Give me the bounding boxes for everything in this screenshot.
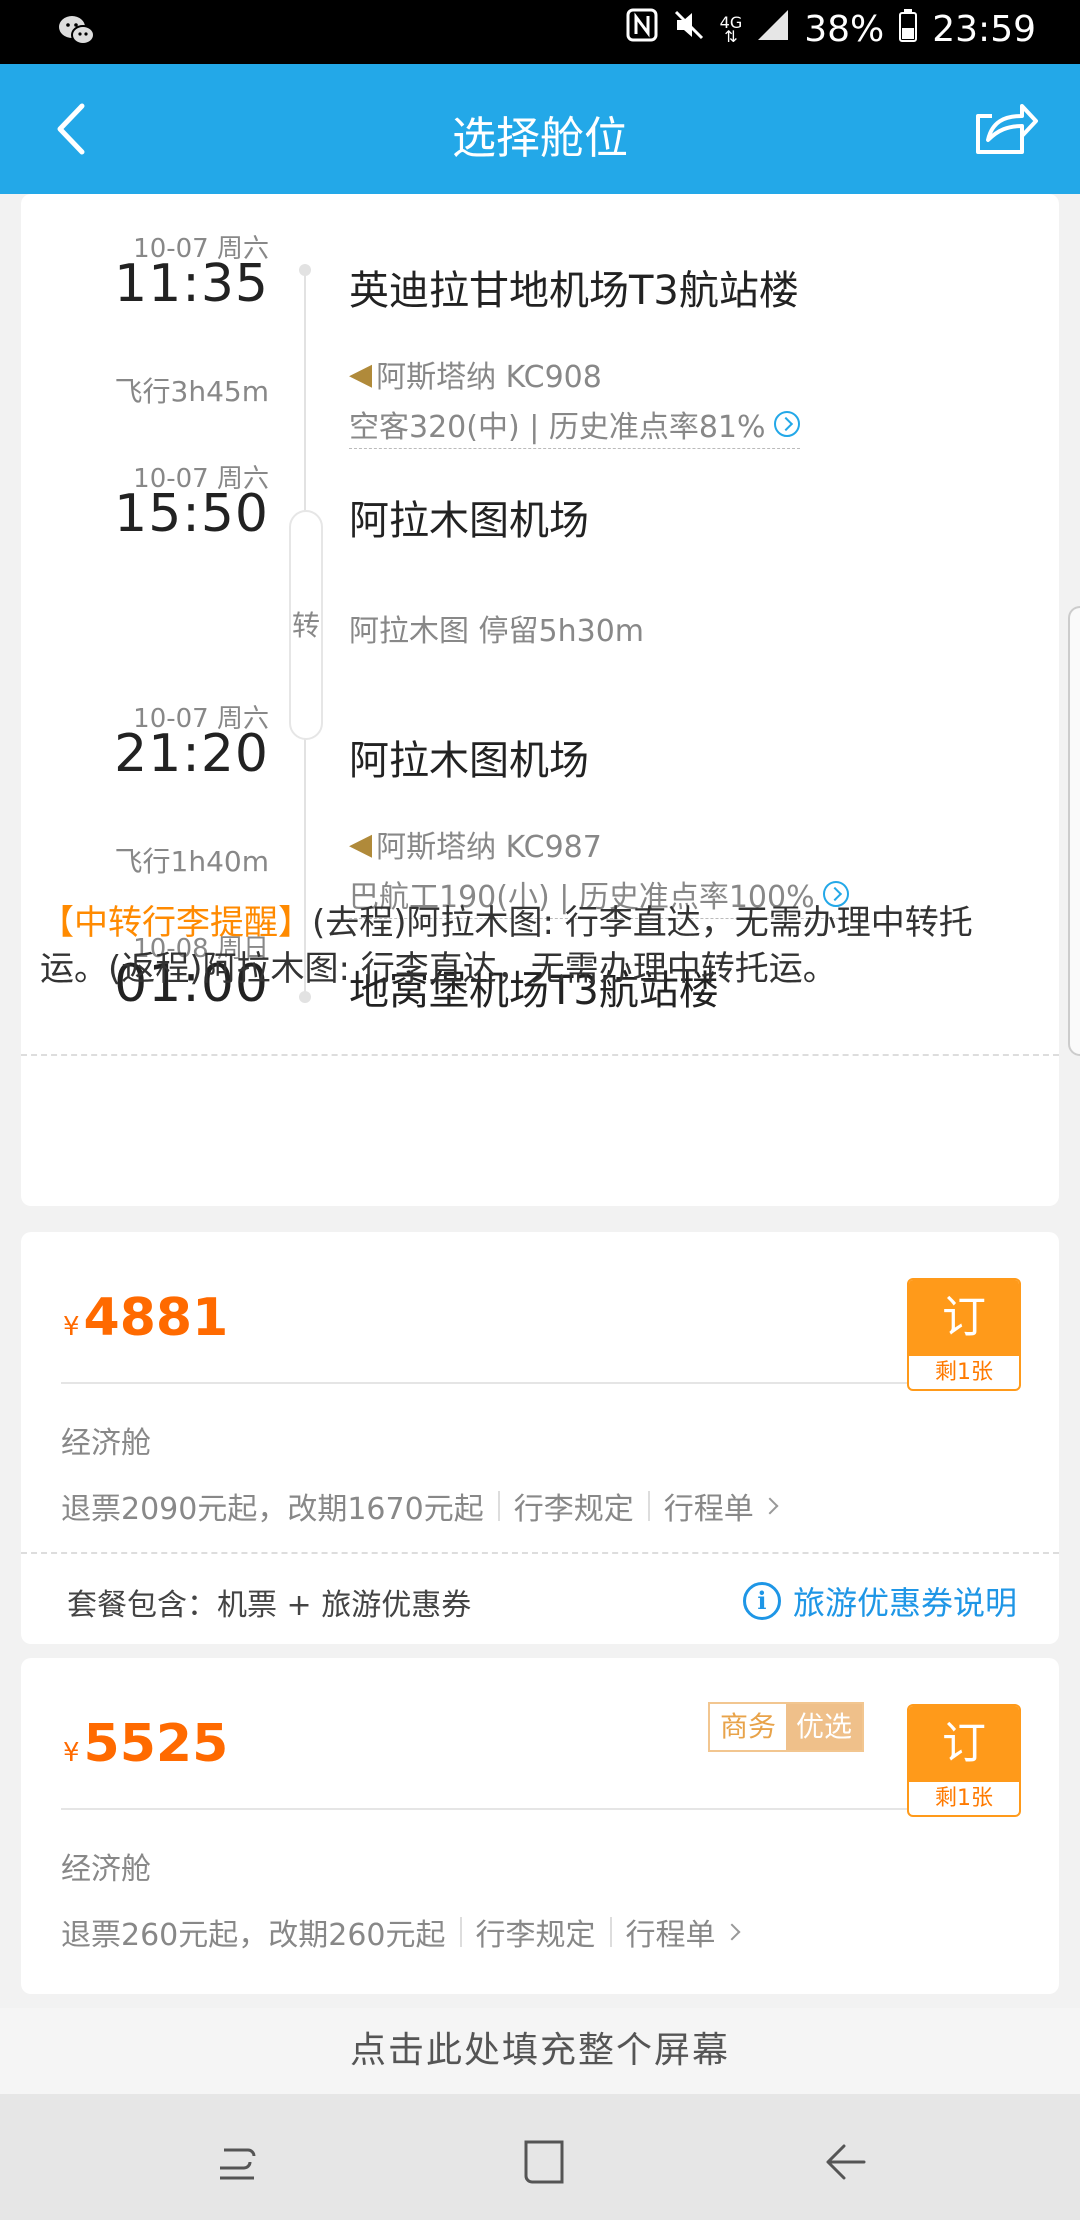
chevron-right-icon: [723, 1923, 741, 1941]
divider: [21, 1054, 1059, 1056]
network-4g-icon: 4G ⇅: [719, 12, 743, 46]
transfer-info: 阿拉木图 停留5h30m: [349, 614, 645, 649]
battery-icon: [898, 8, 918, 51]
aircraft-ontime: 空客320(中) | 历史准点率81%: [349, 410, 766, 445]
baggage-rule-link[interactable]: 行李规定: [476, 1910, 596, 1954]
book-label: 订: [909, 1280, 1019, 1356]
badge-preferred: 优选: [786, 1704, 863, 1750]
share-icon: [976, 104, 1038, 154]
cabin-class: 经济舱: [61, 1426, 151, 1461]
currency-symbol: ¥: [63, 1312, 80, 1342]
departure-airport: 阿拉木图机场: [349, 738, 589, 784]
divider: [21, 1552, 1059, 1554]
nfc-icon: [626, 8, 658, 51]
fare-price: ¥4881: [63, 1288, 228, 1348]
package-info: 套餐包含：机票 + 旅游优惠券: [67, 1588, 472, 1623]
book-button[interactable]: 订 剩1张: [907, 1278, 1021, 1391]
departure-airport: 英迪拉甘地机场T3航站楼: [349, 268, 799, 314]
seats-left: 剩1张: [935, 1360, 993, 1385]
coupon-info-label: 旅游优惠券说明: [792, 1584, 1017, 1622]
fare-price: ¥5525: [63, 1714, 228, 1774]
separator: [497, 1491, 500, 1521]
fare-card: ¥4881 订 剩1张 经济舱 退票2090元起，改期1670元起 行李规定 行…: [21, 1232, 1059, 1644]
home-icon[interactable]: [514, 2132, 574, 2192]
recent-apps-icon[interactable]: [212, 2132, 272, 2192]
airline-logo-icon: ◀: [349, 826, 373, 862]
book-label: 订: [909, 1706, 1019, 1782]
system-nav-bar: [0, 2094, 1080, 2220]
timeline-dot: [299, 264, 311, 276]
airline-info: ◀ 阿斯塔纳 KC908: [349, 352, 602, 396]
airline-logo-icon: ◀: [349, 356, 373, 392]
fare-card: ¥5525 订 剩1张 经济舱 退票260元起，改期260元起 行李规定 行程单: [21, 1658, 1059, 1994]
separator: [459, 1917, 462, 1947]
refund-change-rule[interactable]: 退票2090元起，改期1670元起: [61, 1484, 484, 1528]
airline-info: ◀ 阿斯塔纳 KC987: [349, 822, 602, 866]
divider: [61, 1808, 907, 1810]
separator: [647, 1491, 650, 1521]
badge-business: 商务: [710, 1704, 787, 1750]
share-button[interactable]: [970, 94, 1040, 164]
side-panel-handle[interactable]: [1068, 606, 1080, 1056]
arrival-airport: 阿拉木图机场: [349, 498, 589, 544]
flight-duration: 飞行3h45m: [114, 375, 269, 408]
baggage-rule-link[interactable]: 行李规定: [514, 1484, 634, 1528]
itinerary-link[interactable]: 行程单: [626, 1910, 716, 1954]
departure-time: 11:35: [114, 254, 269, 314]
airline-flight: 阿斯塔纳 KC908: [376, 360, 602, 395]
price-value: 4881: [83, 1288, 229, 1348]
status-bar: 4G ⇅ 38% 23:59: [0, 0, 1080, 64]
aircraft-info[interactable]: 空客320(中) | 历史准点率81%: [349, 402, 800, 449]
coupon-info-link[interactable]: i 旅游优惠券说明: [742, 1578, 1017, 1624]
business-preferred-badge: 商务 优选: [708, 1702, 865, 1752]
transfer-label: 转: [291, 609, 320, 642]
wechat-icon: [58, 14, 96, 52]
price-value: 5525: [83, 1714, 229, 1774]
info-icon: i: [742, 1582, 781, 1620]
separator: [609, 1917, 612, 1947]
info-arrow-icon: [773, 411, 800, 437]
book-button[interactable]: 订 剩1张: [907, 1704, 1021, 1817]
airline-flight: 阿斯塔纳 KC987: [376, 830, 602, 865]
refund-change-rule[interactable]: 退票260元起，改期260元起: [61, 1910, 446, 1954]
back-icon[interactable]: [816, 2132, 876, 2192]
signal-icon: [756, 8, 790, 51]
itinerary-link[interactable]: 行程单: [664, 1484, 754, 1528]
baggage-notice: 【中转行李提醒】(去程)阿拉木图: 行李直达，无需办理中转托运。(返程)阿拉木图…: [40, 900, 1040, 992]
fare-rules: 退票2090元起，改期1670元起 行李规定 行程单: [61, 1484, 779, 1528]
mute-icon: [672, 8, 706, 51]
page-title: 选择舱位: [452, 113, 628, 164]
seats-left: 剩1张: [935, 1786, 993, 1811]
cabin-class: 经济舱: [61, 1852, 151, 1887]
chevron-right-icon: [761, 1497, 779, 1515]
timeline-dot: [299, 991, 311, 1003]
header: 选择舱位: [0, 64, 1080, 194]
notice-highlight: 【中转行李提醒】: [40, 903, 312, 943]
divider: [61, 1382, 907, 1384]
departure-time: 21:20: [114, 724, 269, 784]
currency-symbol: ¥: [63, 1738, 80, 1768]
status-time: 23:59: [932, 9, 1036, 50]
itinerary-card: 10-07 周六 11:35 英迪拉甘地机场T3航站楼 飞行3h45m ◀ 阿斯…: [21, 194, 1059, 1206]
fill-screen-button[interactable]: 点击此处填充整个屏幕: [0, 2008, 1080, 2094]
fare-rules: 退票260元起，改期260元起 行李规定 行程单: [61, 1910, 741, 1954]
battery-percent: 38%: [804, 9, 885, 50]
flight-duration: 飞行1h40m: [114, 845, 269, 878]
arrival-time: 15:50: [114, 484, 269, 544]
